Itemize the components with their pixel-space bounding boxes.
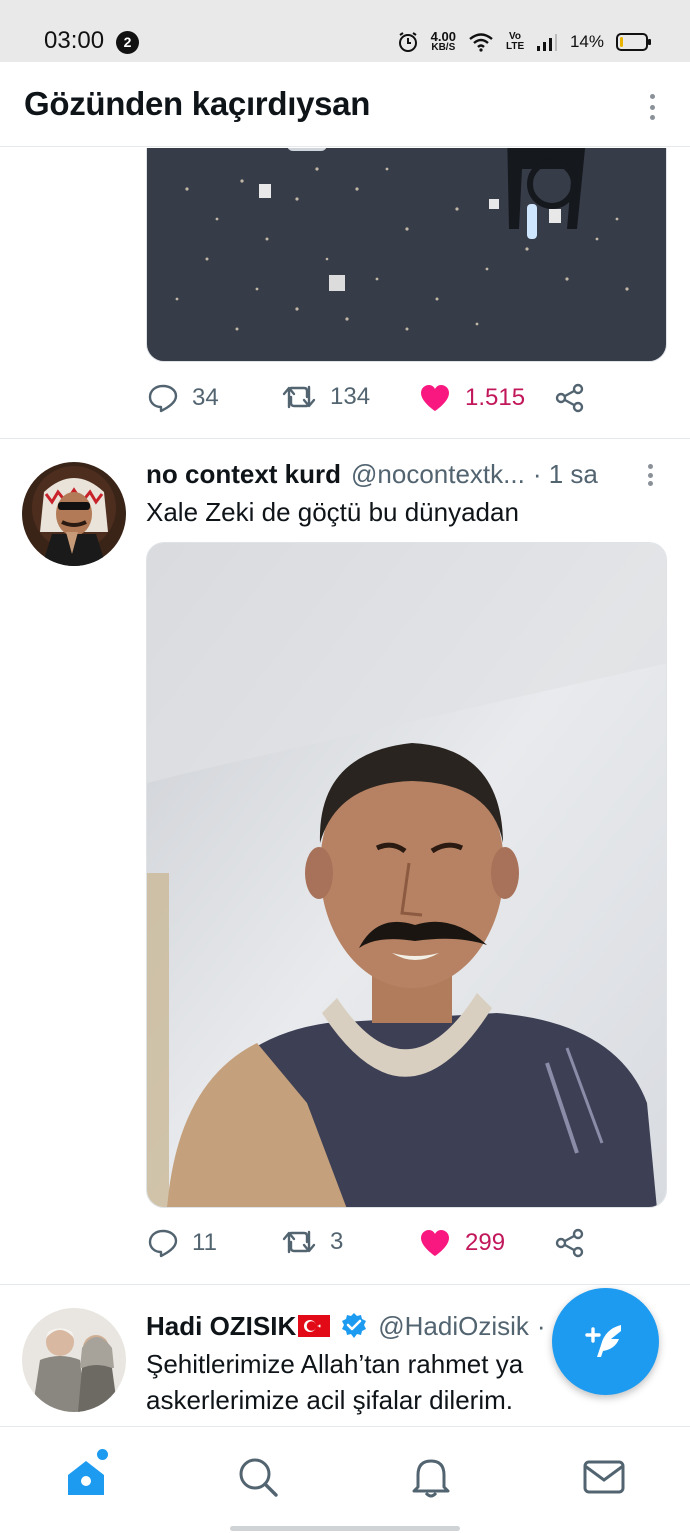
author-handle[interactable]: @nocontextk... — [351, 459, 525, 490]
tweet-actions: 11 3 299 — [146, 1228, 606, 1268]
author-name[interactable]: Hadi OZISIK — [146, 1311, 296, 1342]
tweet-media-image[interactable] — [146, 148, 667, 362]
volte-label: Vo LTE — [505, 31, 525, 52]
tweet-header: no context kurd @nocontextk... · 1 sa — [146, 456, 666, 492]
page-title: Gözünden kaçırdıysan — [24, 85, 371, 122]
status-time: 03:00 — [44, 27, 105, 54]
portrait-photo — [147, 543, 666, 1207]
nav-search[interactable] — [234, 1453, 282, 1501]
tweet-actions: 34 134 1.515 — [146, 383, 606, 423]
reply-button[interactable]: 11 — [148, 1228, 217, 1258]
avatar[interactable] — [22, 1308, 126, 1412]
tweet-media-image[interactable] — [146, 542, 667, 1208]
mail-icon — [583, 1460, 625, 1494]
alarm-icon — [398, 32, 417, 52]
share-icon — [555, 383, 584, 413]
network-speed-value: 4.00 — [430, 29, 456, 44]
verified-badge-icon — [342, 1313, 367, 1338]
reply-button[interactable]: 34 — [148, 383, 219, 413]
bell-icon — [412, 1459, 450, 1498]
retweet-count: 134 — [330, 383, 371, 410]
battery-icon — [616, 33, 651, 51]
nav-home[interactable] — [62, 1453, 110, 1501]
share-button[interactable] — [554, 383, 586, 413]
reply-count: 34 — [192, 384, 219, 411]
search-icon — [239, 1458, 278, 1497]
retweet-icon — [282, 385, 316, 409]
tweet-time: · 1 sa — [532, 458, 598, 489]
notification-count-badge: 2 — [116, 31, 139, 54]
like-button[interactable]: 299 — [419, 1228, 505, 1258]
like-count: 299 — [465, 1229, 506, 1256]
reply-count: 11 — [192, 1229, 217, 1256]
tweet-text: Xale Zeki de göçtü bu dünyadan — [146, 497, 519, 527]
retweet-button[interactable]: 3 — [282, 1228, 343, 1256]
bottom-navigation — [0, 1426, 690, 1533]
tweet-more-icon[interactable] — [646, 464, 654, 486]
top-header: Gözünden kaçırdıysan — [0, 62, 690, 147]
timeline-feed[interactable]: 34 134 1.515 no context kurd @nocontextk… — [0, 148, 690, 1426]
tweet-divider — [0, 1284, 690, 1285]
author-handle[interactable]: @HadiOzisik — [378, 1311, 529, 1342]
compose-feather-icon — [584, 1324, 621, 1357]
heart-filled-icon — [421, 1230, 449, 1256]
share-button[interactable] — [554, 1228, 586, 1258]
signal-icon — [536, 34, 557, 51]
tweet-time: · — [536, 1310, 546, 1341]
share-icon — [555, 1228, 584, 1258]
new-content-indicator — [97, 1449, 108, 1460]
tweet-divider — [0, 438, 690, 439]
retweet-icon — [282, 1230, 316, 1254]
heart-filled-icon — [421, 385, 449, 411]
author-name[interactable]: no context kurd — [146, 459, 341, 490]
compose-tweet-button[interactable] — [552, 1288, 659, 1395]
like-button[interactable]: 1.515 — [419, 383, 525, 413]
battery-fill — [620, 37, 623, 47]
status-icons: 4.00 KB/S Vo LTE 14% — [397, 28, 651, 56]
street-photo — [147, 148, 666, 361]
retweet-count: 3 — [330, 1228, 344, 1255]
nav-notifications[interactable] — [407, 1453, 455, 1501]
status-bar: 03:00 2 4.00 KB/S Vo LTE 14% — [0, 0, 690, 62]
reply-icon — [148, 384, 178, 413]
home-icon — [68, 1461, 104, 1495]
network-speed: 4.00 KB/S — [430, 29, 456, 53]
more-options-icon[interactable] — [648, 94, 656, 120]
network-speed-unit: KB/S — [431, 42, 456, 53]
avatar[interactable] — [22, 462, 126, 566]
home-indicator-bar — [230, 1526, 460, 1531]
wifi-icon — [469, 33, 493, 52]
reply-icon — [148, 1229, 178, 1258]
like-count: 1.515 — [465, 384, 526, 411]
turkey-flag-icon — [298, 1315, 331, 1337]
nav-messages[interactable] — [580, 1453, 628, 1501]
battery-percent: 14% — [569, 32, 604, 51]
retweet-button[interactable]: 134 — [282, 383, 370, 411]
